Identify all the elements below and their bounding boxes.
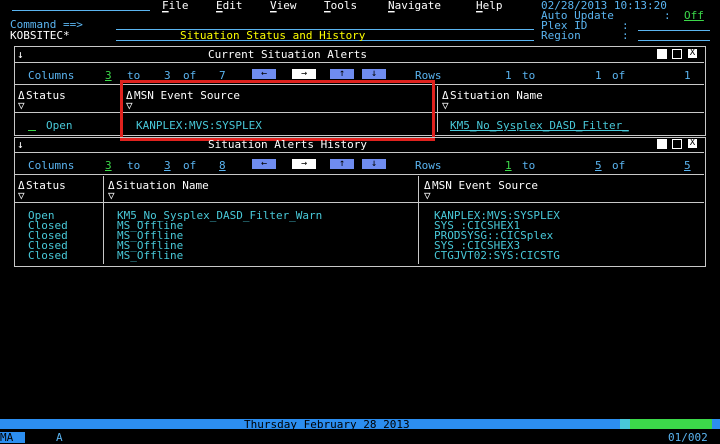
rows-to: 1 bbox=[595, 69, 602, 82]
rows-from: 1 bbox=[505, 69, 512, 82]
rows-total: 1 bbox=[684, 69, 691, 82]
top-input-field[interactable] bbox=[12, 0, 150, 11]
rows-to-label: to bbox=[522, 69, 536, 82]
history-col-header-msn-source[interactable]: MSN Event Source bbox=[432, 180, 538, 191]
sort-desc-icon[interactable]: ▽ bbox=[18, 100, 25, 111]
current-row-situation[interactable]: KM5_No_Sysplex_DASD_Filter_ bbox=[450, 120, 629, 131]
history-close-icon[interactable]: X bbox=[688, 139, 697, 148]
sort-desc-icon[interactable]: ▽ bbox=[108, 190, 115, 201]
history-rows-of-label: of bbox=[612, 159, 626, 172]
history-columns-label: Columns bbox=[28, 159, 75, 172]
history-col-header-situation[interactable]: Situation Name bbox=[116, 180, 209, 191]
history-rows-to: 5 bbox=[595, 159, 602, 172]
history-columns-from[interactable]: 3 bbox=[105, 160, 112, 171]
history-rows-total: 5 bbox=[684, 159, 691, 172]
panel-minimize-icon[interactable] bbox=[657, 49, 667, 59]
history-minimize-icon[interactable] bbox=[657, 139, 667, 149]
history-columns-to-label: to bbox=[127, 159, 141, 172]
columns-label: Columns bbox=[28, 69, 75, 82]
panel-maximize-icon[interactable] bbox=[672, 49, 682, 59]
history-scroll-right-button[interactable]: → bbox=[292, 159, 316, 169]
status-date: Thursday February 28 2013 bbox=[244, 418, 410, 431]
oia-page: 01/002 bbox=[668, 431, 708, 444]
menu-navigate[interactable]: Navigate bbox=[388, 0, 441, 11]
history-row-status: Closed bbox=[28, 249, 68, 262]
columns-from[interactable]: 3 bbox=[105, 70, 112, 81]
history-row-situation[interactable]: MS_Offline bbox=[117, 250, 183, 261]
col-header-situation[interactable]: Situation Name bbox=[450, 90, 543, 101]
row-select-field[interactable] bbox=[28, 120, 36, 131]
region-input[interactable] bbox=[638, 30, 710, 41]
status-progress bbox=[630, 419, 712, 429]
rows-of-label: of bbox=[612, 69, 626, 82]
sort-desc-icon[interactable]: ▽ bbox=[424, 190, 431, 201]
highlight-box bbox=[120, 80, 435, 141]
history-panel-title: Situation Alerts History bbox=[208, 138, 367, 151]
history-columns-total: 8 bbox=[219, 159, 226, 172]
history-panel-arrow: ↓ bbox=[17, 138, 24, 151]
sort-desc-icon[interactable]: ▽ bbox=[18, 190, 25, 201]
page-title: Situation Status and History bbox=[180, 29, 366, 42]
sort-desc-icon[interactable]: ▽ bbox=[442, 100, 449, 111]
history-scroll-up-button[interactable]: ↑ bbox=[330, 159, 354, 169]
status-indicator bbox=[620, 419, 630, 429]
scroll-up-button[interactable]: ↑ bbox=[330, 69, 354, 79]
history-col-header-status[interactable]: Status bbox=[26, 180, 66, 191]
region-label: Region bbox=[541, 29, 581, 42]
history-rows-from[interactable]: 1 bbox=[505, 160, 512, 171]
history-row-source[interactable]: CTGJVT02:SYS:CICSTG bbox=[434, 250, 560, 261]
scroll-down-button[interactable]: ↓ bbox=[362, 69, 386, 79]
oia-session: A bbox=[56, 431, 63, 444]
scroll-left-button[interactable]: ← bbox=[252, 69, 276, 79]
current-row-status: Open bbox=[46, 119, 73, 132]
history-columns-to: 3 bbox=[164, 159, 171, 172]
history-rows-to-label: to bbox=[522, 159, 536, 172]
current-alerts-title: Current Situation Alerts bbox=[208, 48, 367, 61]
history-scroll-left-button[interactable]: ← bbox=[252, 159, 276, 169]
panel-close-icon[interactable]: X bbox=[688, 49, 697, 58]
col-header-status[interactable]: Status bbox=[26, 90, 66, 101]
oia-code: MA bbox=[0, 432, 26, 443]
current-panel-arrow: ↓ bbox=[17, 48, 24, 61]
scroll-right-button[interactable]: → bbox=[292, 69, 316, 79]
history-rows-label: Rows bbox=[415, 159, 442, 172]
workspace-name: KOBSITEC* bbox=[10, 29, 70, 42]
history-columns-of-label: of bbox=[183, 159, 197, 172]
history-scroll-down-button[interactable]: ↓ bbox=[362, 159, 386, 169]
history-maximize-icon[interactable] bbox=[672, 139, 682, 149]
region-sep: : bbox=[622, 29, 629, 42]
